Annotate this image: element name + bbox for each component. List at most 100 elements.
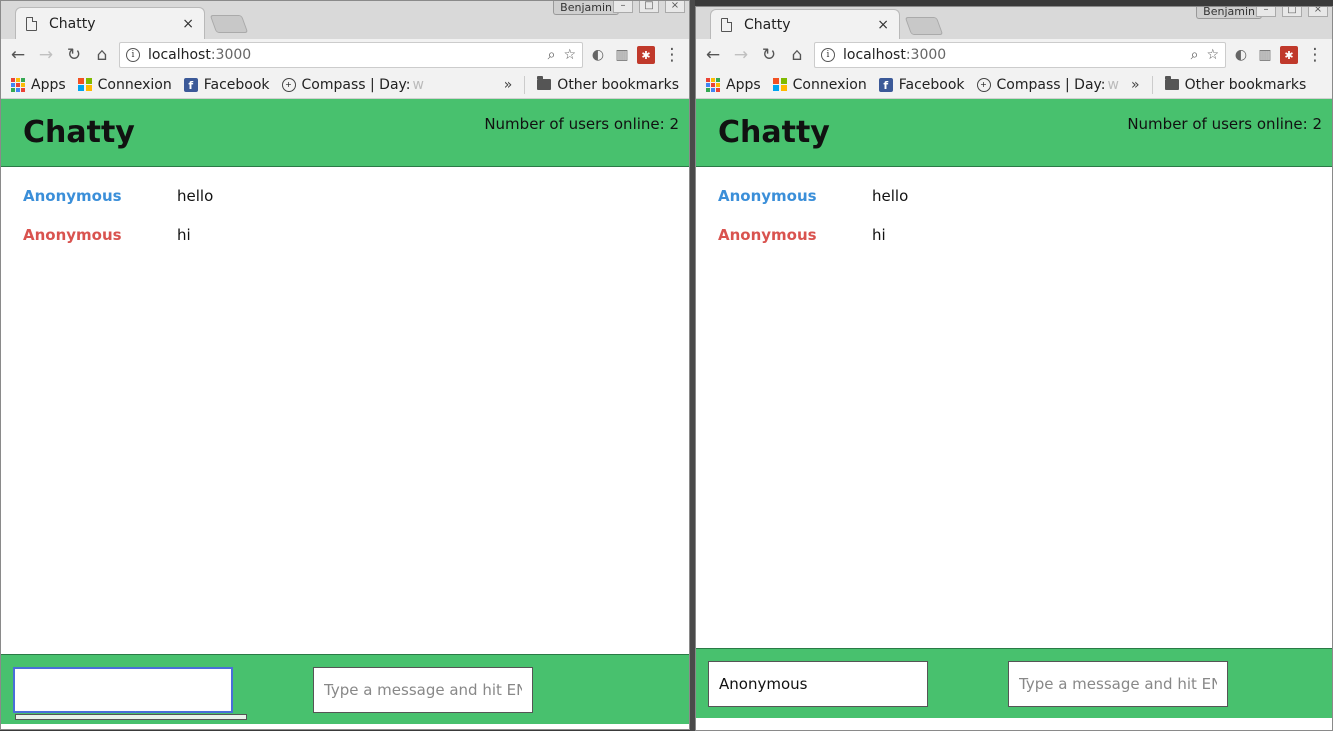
menu-icon[interactable]: ⋮	[1304, 44, 1326, 66]
message-list: Anonymous hello Anonymous hi	[1, 167, 689, 285]
app-brand[interactable]: Chatty	[718, 115, 830, 150]
bookmark-apps[interactable]: Apps	[706, 77, 761, 93]
url-text: localhost:3000	[843, 47, 1183, 63]
page-icon	[721, 17, 732, 32]
tab-title: Chatty	[744, 16, 791, 33]
forward-icon[interactable]: →	[35, 44, 57, 66]
chat-bar	[696, 648, 1332, 718]
more-bookmarks-icon[interactable]: »	[1131, 77, 1140, 93]
bookmark-other[interactable]: Other bookmarks	[537, 76, 679, 93]
bookmark-connexion[interactable]: Connexion	[772, 76, 867, 93]
back-icon[interactable]: ←	[7, 44, 29, 66]
reload-icon[interactable]: ↻	[758, 44, 780, 66]
maximize-button[interactable]: □	[639, 1, 659, 13]
trash-extension-icon[interactable]: ▥	[613, 46, 631, 64]
bookmark-star-icon[interactable]: ☆	[563, 47, 576, 63]
app-navbar: Chatty Number of users online: 2	[696, 99, 1332, 167]
profile-button[interactable]: Benjamin	[553, 1, 619, 15]
bookmark-facebook-label: Facebook	[203, 76, 270, 93]
bookmark-facebook-label: Facebook	[898, 76, 965, 93]
bookmark-apps-label: Apps	[726, 76, 761, 93]
maximize-button[interactable]: □	[1282, 7, 1302, 17]
bookmark-facebook[interactable]: f Facebook	[183, 76, 270, 93]
reload-icon[interactable]: ↻	[63, 44, 85, 66]
facebook-icon: f	[183, 77, 198, 92]
zoom-icon[interactable]: ⌕	[548, 47, 556, 63]
message: Anonymous hello	[23, 187, 667, 226]
browser-toolbar: ← → ↻ ⌂ i localhost:3000 ⌕ ☆ ◐ ▥ ✱ ⋮	[1, 39, 689, 71]
message-username: Anonymous	[718, 187, 817, 205]
chatty-app: Chatty Number of users online: 2 Anonymo…	[696, 99, 1332, 729]
minimize-button[interactable]: –	[613, 1, 633, 13]
compass-icon: +	[976, 77, 991, 92]
bookmark-compass-fade: w	[1107, 76, 1119, 93]
trash-extension-icon[interactable]: ▥	[1256, 46, 1274, 64]
bookmark-apps-label: Apps	[31, 76, 66, 93]
red-extension-icon[interactable]: ✱	[637, 46, 655, 64]
message-input[interactable]	[313, 667, 533, 713]
address-bar[interactable]: i localhost:3000 ⌕ ☆	[814, 42, 1226, 68]
page-icon	[26, 16, 37, 31]
bookmark-apps[interactable]: Apps	[11, 77, 66, 93]
bookmark-compass[interactable]: + Compass | Day: w	[976, 76, 1119, 93]
extension-icon[interactable]: ◐	[1232, 46, 1250, 64]
message-input[interactable]	[1008, 661, 1228, 707]
username-input[interactable]	[708, 661, 928, 707]
address-bar[interactable]: i localhost:3000 ⌕ ☆	[119, 42, 583, 68]
bookmark-facebook[interactable]: f Facebook	[878, 76, 965, 93]
url-port: :3000	[210, 47, 252, 63]
users-online-count: Number of users online: 2	[1127, 115, 1322, 133]
folder-icon	[537, 76, 552, 90]
bookmark-compass-label: Compass | Day:	[301, 76, 411, 93]
tab-close-icon[interactable]: ×	[182, 16, 194, 32]
browser-window-left: Chatty × Benjamin – □ × ← → ↻ ⌂ i localh…	[0, 0, 690, 730]
chatty-app: Chatty Number of users online: 2 Anonymo…	[1, 99, 689, 729]
back-icon[interactable]: ←	[702, 44, 724, 66]
bookmark-compass[interactable]: + Compass | Day: w	[281, 76, 424, 93]
bookmarks-bar: Apps Connexion f Facebook + Compass | Da…	[696, 71, 1332, 99]
red-extension-icon[interactable]: ✱	[1280, 46, 1298, 64]
bookmark-other-label: Other bookmarks	[1184, 76, 1307, 93]
extension-icon[interactable]: ◐	[589, 46, 607, 64]
close-window-button[interactable]: ×	[1308, 7, 1328, 17]
message: Anonymous hi	[718, 226, 1310, 265]
new-tab-button[interactable]	[209, 15, 249, 33]
message-content: hi	[872, 226, 886, 244]
bookmark-other[interactable]: Other bookmarks	[1164, 76, 1307, 93]
autocomplete-dropdown[interactable]	[15, 714, 247, 720]
message-content: hello	[177, 187, 214, 205]
zoom-icon[interactable]: ⌕	[1191, 47, 1199, 63]
username-input[interactable]	[13, 667, 233, 713]
tab-close-icon[interactable]: ×	[877, 17, 889, 33]
compass-icon: +	[281, 77, 296, 92]
profile-button[interactable]: Benjamin	[1196, 7, 1262, 19]
folder-icon	[1164, 76, 1179, 90]
close-window-button[interactable]: ×	[665, 1, 685, 13]
app-brand[interactable]: Chatty	[23, 115, 135, 150]
message-username: Anonymous	[23, 226, 122, 244]
url-port: :3000	[905, 47, 947, 63]
forward-icon[interactable]: →	[730, 44, 752, 66]
bookmark-separator	[524, 75, 526, 94]
bookmark-connexion-label: Connexion	[97, 76, 172, 93]
microsoft-icon	[772, 77, 787, 92]
minimize-button[interactable]: –	[1256, 7, 1276, 17]
home-icon[interactable]: ⌂	[786, 44, 808, 66]
info-icon[interactable]: i	[126, 48, 140, 62]
apps-grid-icon	[11, 77, 25, 92]
info-icon[interactable]: i	[821, 48, 835, 62]
home-icon[interactable]: ⌂	[91, 44, 113, 66]
message-content: hi	[177, 226, 191, 244]
bookmark-star-icon[interactable]: ☆	[1206, 47, 1219, 63]
more-bookmarks-icon[interactable]: »	[504, 77, 513, 93]
facebook-icon: f	[878, 77, 893, 92]
new-tab-button[interactable]	[904, 17, 944, 35]
app-navbar: Chatty Number of users online: 2	[1, 99, 689, 167]
title-bar: Chatty × Benjamin – □ ×	[1, 1, 689, 39]
bookmark-other-label: Other bookmarks	[557, 76, 679, 93]
menu-icon[interactable]: ⋮	[661, 44, 683, 66]
bookmark-connexion-label: Connexion	[792, 76, 867, 93]
tab-chatty[interactable]: Chatty ×	[15, 7, 205, 39]
bookmark-connexion[interactable]: Connexion	[77, 76, 172, 93]
tab-chatty[interactable]: Chatty ×	[710, 9, 900, 39]
